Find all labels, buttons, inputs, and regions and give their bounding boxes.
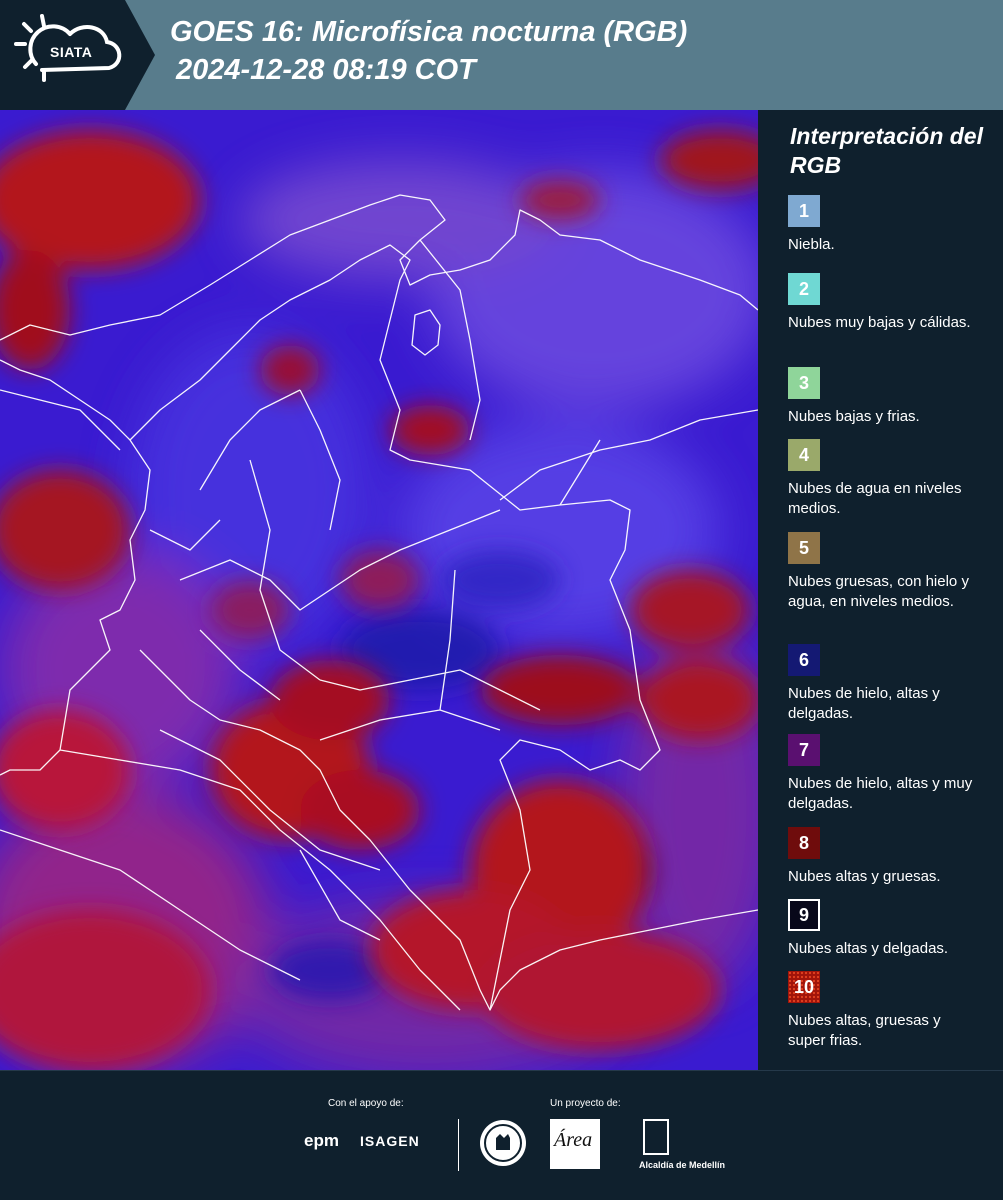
legend-item: 9 Nubes altas y delgadas. — [788, 899, 988, 959]
legend-item: 6 Nubes de hielo, altas y delgadas. — [788, 644, 988, 724]
project-label: Un proyecto de: — [550, 1098, 621, 1109]
legend-item-label: Nubes altas, gruesas y super frias. — [788, 1012, 941, 1049]
isagen-logo[interactable]: ISAGEN — [360, 1133, 420, 1149]
legend-item-label: Nubes de hielo, altas y muy delgadas. — [788, 775, 973, 812]
legend-item: 4 Nubes de agua en niveles medios. — [788, 439, 988, 519]
siata-logo[interactable]: SIATA — [0, 0, 155, 110]
legend-item-label: Nubes de hielo, altas y delgadas. — [788, 685, 940, 722]
legend-swatch: 7 — [788, 734, 820, 766]
page-title: GOES 16: Microfísica nocturna (RGB) — [170, 16, 688, 48]
footer: Con el apoyo de: Un proyecto de: epm ISA… — [0, 1070, 1003, 1200]
legend-swatch: 1 — [788, 195, 820, 227]
siata-logo-text: SIATA — [50, 44, 93, 60]
legend-panel: Interpretación del RGB 1 Niebla. 2 Nubes… — [758, 110, 1003, 1070]
university-seal-icon[interactable] — [478, 1118, 528, 1168]
legend-item: 2 Nubes muy bajas y cálidas. — [788, 273, 988, 333]
legend-swatch: 2 — [788, 273, 820, 305]
medellin-label: Alcaldía de Medellín — [639, 1160, 726, 1170]
legend-item: 3 Nubes bajas y frias. — [788, 367, 988, 427]
legend-item-label: Nubes de agua en niveles medios. — [788, 480, 962, 517]
legend-swatch: 5 — [788, 532, 820, 564]
support-label: Con el apoyo de: — [328, 1098, 404, 1109]
satellite-image — [0, 110, 758, 1070]
legend-swatch: 8 — [788, 827, 820, 859]
satellite-map[interactable] — [0, 110, 758, 1070]
legend-item-label: Nubes altas y gruesas. — [788, 868, 941, 885]
page-timestamp: 2024-12-28 08:19 COT — [176, 54, 476, 86]
legend-item: 8 Nubes altas y gruesas. — [788, 827, 988, 887]
area-logo-text: Área — [554, 1129, 593, 1151]
legend-item: 5 Nubes gruesas, con hielo y agua, en ni… — [788, 532, 988, 612]
legend-title: Interpretación del RGB — [790, 123, 983, 178]
legend-swatch: 9 — [788, 899, 820, 931]
area-metropolitana-logo[interactable]: Área — [550, 1119, 600, 1169]
legend-swatch: 10 — [788, 971, 820, 1003]
legend-item-label: Nubes bajas y frias. — [788, 408, 920, 425]
legend-item-label: Nubes altas y delgadas. — [788, 940, 949, 957]
legend-item: 1 Niebla. — [788, 195, 988, 255]
legend-swatch: 3 — [788, 367, 820, 399]
legend-item-label: Niebla. — [788, 236, 835, 253]
legend-item-label: Nubes gruesas, con hielo y agua, en nive… — [788, 573, 969, 610]
legend-item: 10 Nubes altas, gruesas y super frias. — [788, 971, 988, 1051]
legend-swatch: 4 — [788, 439, 820, 471]
footer-divider — [458, 1119, 459, 1171]
legend-swatch: 6 — [788, 644, 820, 676]
medellin-seal-icon[interactable] — [643, 1119, 669, 1155]
epm-logo[interactable]: epm — [304, 1131, 339, 1151]
legend-item-label: Nubes muy bajas y cálidas. — [788, 314, 971, 331]
header: SIATA GOES 16: Microfísica nocturna (RGB… — [0, 0, 1003, 110]
legend-item: 7 Nubes de hielo, altas y muy delgadas. — [788, 734, 988, 814]
